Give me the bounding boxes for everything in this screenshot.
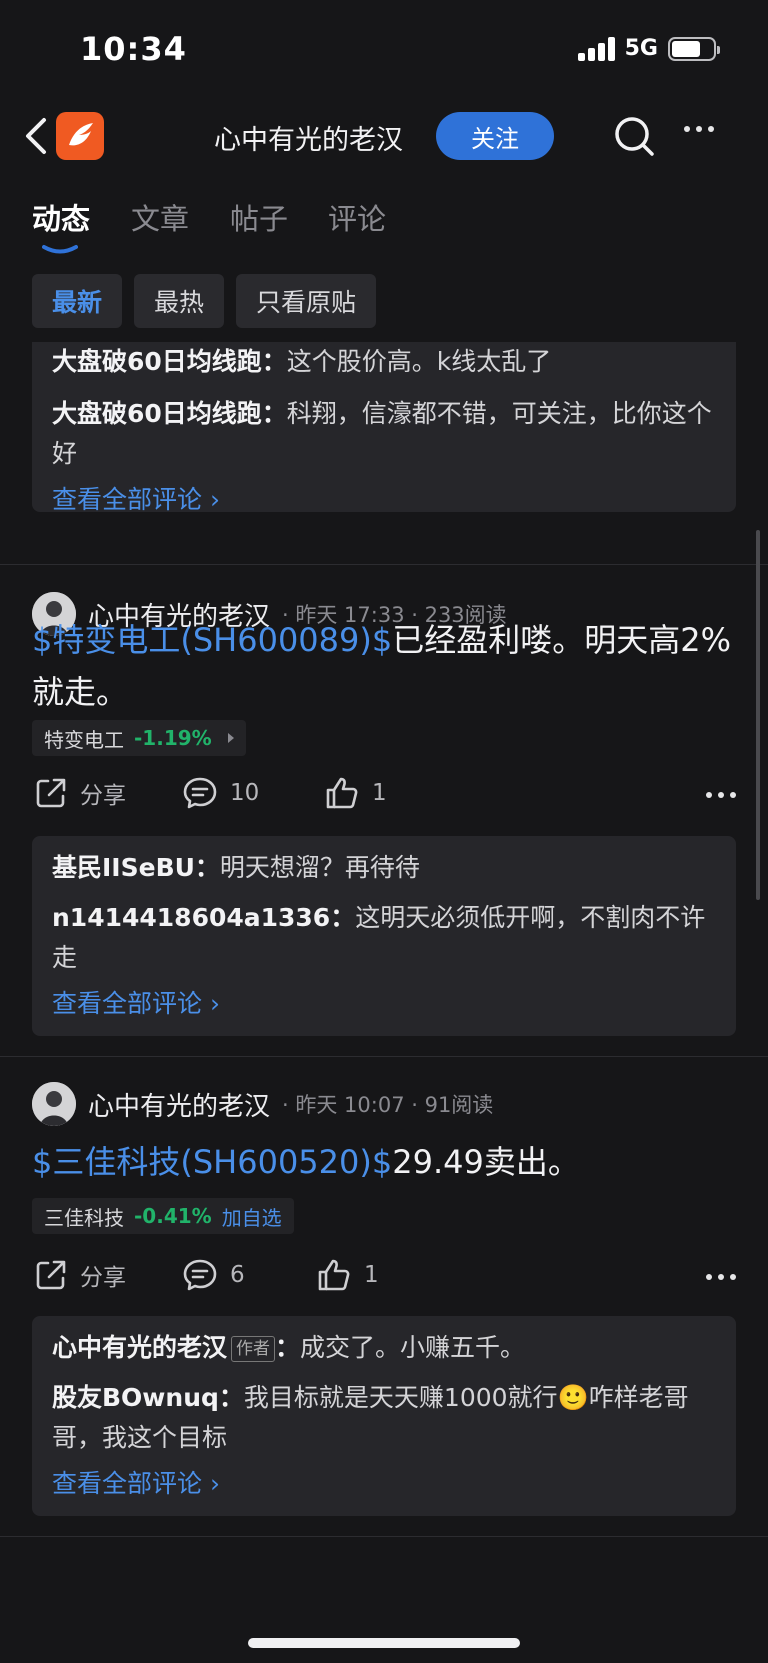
chevron-left-icon — [26, 118, 46, 154]
tab-bar: 动态 文章 帖子 评论 — [0, 196, 768, 256]
share-button[interactable]: 分享 — [34, 1258, 126, 1292]
like-button[interactable]: 1 — [316, 1258, 379, 1292]
stock-tag[interactable]: 三佳科技 -0.41% 加自选 — [32, 1198, 294, 1234]
author-badge: 作者 — [231, 1336, 276, 1362]
share-button[interactable]: 分享 — [34, 776, 126, 810]
post-meta: · 昨天 10:07 · 91阅读 — [282, 1093, 494, 1117]
user-avatar-icon — [32, 1082, 76, 1126]
stock-tag[interactable]: 特变电工 -1.19% — [32, 720, 246, 756]
stock-link[interactable]: $特变电工(SH600089)$ — [32, 621, 392, 659]
stock-change: -1.19% — [134, 726, 212, 750]
stock-name: 特变电工 — [44, 727, 124, 752]
search-button[interactable] — [612, 114, 658, 160]
avatar[interactable] — [32, 1082, 76, 1126]
comment-preview[interactable]: 基民IISeBU：明天想溜？再待待 n1414418604a1336：这明天必须… — [32, 836, 736, 1036]
comment-item: 大盘破60日均线跑：这个股价高。k线太乱了 — [52, 347, 552, 376]
comment-icon — [183, 777, 217, 809]
comment-button[interactable]: 10 — [182, 776, 259, 810]
post-content[interactable]: $三佳科技(SH600520)$29.49卖出。 — [32, 1136, 736, 1188]
thumbs-up-icon — [326, 777, 358, 809]
filter-original-only[interactable]: 只看原贴 — [236, 274, 377, 328]
stock-link[interactable]: $三佳科技(SH600520)$ — [32, 1143, 392, 1181]
status-bar: 10:34 5G — [0, 0, 768, 100]
more-options-button[interactable] — [684, 126, 714, 132]
smile-emoji-icon: 🙂 — [557, 1383, 589, 1412]
status-time: 10:34 — [80, 30, 187, 68]
share-icon — [36, 778, 66, 808]
search-icon — [615, 117, 654, 156]
network-label: 5G — [624, 36, 658, 61]
post-header: 心中有光的老汉 · 昨天 10:07 · 91阅读 — [32, 1082, 493, 1126]
comment-button[interactable]: 6 — [182, 1258, 245, 1292]
divider — [0, 1056, 768, 1057]
comment-preview[interactable]: 大盘破60日均线跑：这个股价高。k线太乱了 大盘破60日均线跑：科翔，信濠都不错… — [32, 342, 736, 514]
view-all-comments-link[interactable]: 查看全部评论 › — [52, 480, 716, 520]
tab-dynamics[interactable]: 动态 — [32, 196, 90, 238]
app-logo[interactable] — [56, 112, 104, 160]
follow-button[interactable]: 关注 — [436, 112, 554, 160]
tab-comments[interactable]: 评论 — [328, 196, 386, 238]
post-actions: 分享 10 1 — [32, 776, 736, 820]
tab-posts[interactable]: 帖子 — [230, 196, 288, 238]
thumbs-up-icon — [318, 1259, 350, 1291]
scrollbar[interactable] — [756, 530, 760, 900]
logo-icon — [69, 123, 93, 146]
tab-articles[interactable]: 文章 — [131, 196, 189, 238]
status-indicators: 5G — [577, 36, 720, 61]
back-button[interactable] — [18, 114, 58, 158]
stock-name: 三佳科技 — [44, 1205, 124, 1230]
feed: 大盘破60日均线跑：这个股价高。k线太乱了 大盘破60日均线跑：科翔，信濠都不错… — [0, 342, 768, 1663]
post-more-button[interactable] — [706, 1274, 736, 1280]
filter-bar: 最新 最热 只看原贴 — [32, 274, 377, 328]
view-all-comments-link[interactable]: 查看全部评论 › — [52, 984, 716, 1024]
divider — [0, 564, 768, 565]
chevron-right-icon — [227, 733, 234, 743]
comment-item: 心中有光的老汉 作者 ：成交了。小赚五千。 — [52, 1333, 526, 1362]
filter-hot[interactable]: 最热 — [134, 274, 225, 328]
post-actions: 分享 6 1 — [32, 1258, 736, 1302]
view-all-comments-link[interactable]: 查看全部评论 › — [52, 1464, 716, 1504]
signal-icon — [577, 36, 615, 61]
stock-change: -0.41% — [134, 1204, 212, 1228]
battery-icon — [668, 36, 720, 61]
author-name[interactable]: 心中有光的老汉 — [88, 1086, 270, 1123]
nav-bar: 心中有光的老汉 关注 — [0, 100, 768, 174]
divider — [0, 1536, 768, 1537]
post-more-button[interactable] — [706, 792, 736, 798]
comment-item: 股友BOwnuq：我目标就是天天赚1000就行🙂咋样老哥哥，我这个目标 — [52, 1383, 689, 1452]
share-icon — [36, 1260, 66, 1290]
page-title: 心中有光的老汉 — [214, 125, 403, 156]
post-content[interactable]: $特变电工(SH600089)$已经盈利喽。明天高2%就走。 — [32, 614, 736, 718]
comment-item: 基民IISeBU：明天想溜？再待待 — [52, 853, 420, 882]
active-tab-indicator — [42, 245, 78, 254]
filter-latest[interactable]: 最新 — [32, 274, 123, 328]
home-indicator[interactable] — [248, 1638, 520, 1648]
comment-icon — [183, 1259, 217, 1291]
comment-item: n1414418604a1336：这明天必须低开啊，不割肉不许走 — [52, 903, 706, 972]
like-button[interactable]: 1 — [324, 776, 387, 810]
add-to-watchlist-button[interactable]: 加自选 — [222, 1202, 282, 1231]
comment-preview[interactable]: 心中有光的老汉 作者 ：成交了。小赚五千。 股友BOwnuq：我目标就是天天赚100… — [32, 1316, 736, 1516]
comment-item: 大盘破60日均线跑：科翔，信濠都不错，可关注，比你这个好 — [52, 399, 712, 468]
